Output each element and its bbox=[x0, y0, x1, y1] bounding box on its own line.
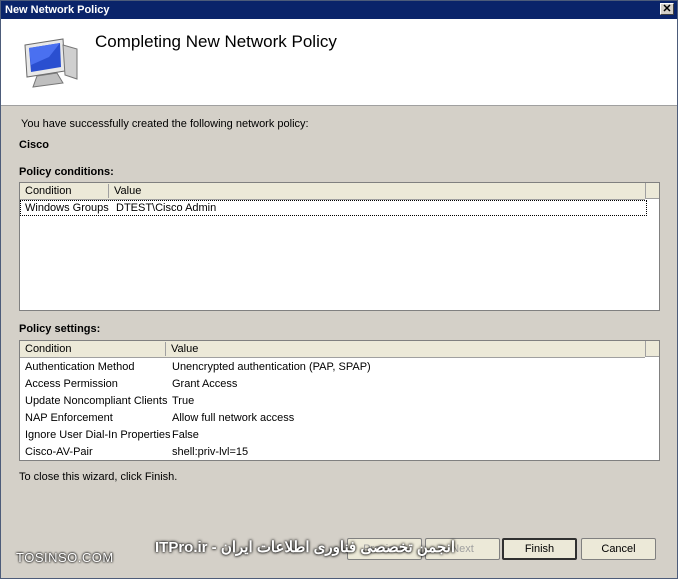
table-row[interactable]: Windows Groups DTEST\Cisco Admin bbox=[20, 200, 647, 216]
close-button[interactable]: ✕ bbox=[660, 3, 674, 15]
finish-button[interactable]: Finish bbox=[502, 538, 577, 560]
intro-text: You have successfully created the follow… bbox=[21, 118, 309, 130]
scrollbar-corner bbox=[645, 183, 659, 199]
policy-settings-list[interactable]: Condition Value Authentication Method Un… bbox=[19, 340, 660, 461]
value-cell: Allow full network access bbox=[172, 412, 295, 424]
value-cell: False bbox=[172, 429, 199, 441]
close-icon: ✕ bbox=[662, 3, 672, 15]
policy-conditions-list[interactable]: Condition Value Windows Groups DTEST\Cis… bbox=[19, 182, 660, 311]
policy-name: Cisco bbox=[19, 139, 49, 151]
value-cell: shell:priv-lvl=15 bbox=[172, 446, 249, 458]
value-cell: True bbox=[172, 395, 195, 407]
condition-cell: Authentication Method bbox=[25, 361, 135, 373]
close-instruction: To close this wizard, click Finish. bbox=[19, 471, 178, 483]
value-cell: Grant Access bbox=[172, 378, 238, 390]
condition-cell: Ignore User Dial-In Properties bbox=[25, 429, 171, 441]
watermark-banner: انجمن تخصصی فناوری اطلاعات ایران - ITPro… bbox=[155, 539, 456, 556]
value-cell: DTEST\Cisco Admin bbox=[116, 202, 217, 214]
policy-settings-label: Policy settings: bbox=[19, 323, 101, 335]
conditions-header: Condition Value bbox=[20, 183, 645, 200]
wizard-window: New Network Policy ✕ Completing New Netw… bbox=[0, 0, 678, 579]
title-bar: New Network Policy ✕ bbox=[1, 1, 677, 19]
scrollbar-corner bbox=[645, 341, 659, 357]
condition-cell: Access Permission bbox=[25, 378, 118, 390]
window-title: New Network Policy bbox=[5, 4, 110, 16]
value-cell: Unencrypted authentication (PAP, SPAP) bbox=[172, 361, 371, 373]
column-header-value[interactable]: Value bbox=[109, 184, 645, 198]
settings-header: Condition Value bbox=[20, 341, 645, 358]
cancel-button[interactable]: Cancel bbox=[581, 538, 656, 560]
condition-cell: NAP Enforcement bbox=[25, 412, 113, 424]
condition-cell: Update Noncompliant Clients bbox=[25, 395, 168, 407]
policy-conditions-label: Policy conditions: bbox=[19, 166, 114, 178]
page-title: Completing New Network Policy bbox=[95, 32, 337, 51]
column-header-condition[interactable]: Condition bbox=[20, 342, 166, 356]
column-header-condition[interactable]: Condition bbox=[20, 184, 109, 198]
condition-cell: Cisco-AV-Pair bbox=[25, 446, 93, 458]
condition-cell: Windows Groups bbox=[25, 202, 109, 214]
column-header-value[interactable]: Value bbox=[166, 342, 645, 356]
computer-monitor-icon bbox=[19, 35, 81, 92]
watermark-site: TOSINSO.COM bbox=[16, 550, 114, 565]
wizard-header: Completing New Network Policy bbox=[1, 19, 677, 106]
